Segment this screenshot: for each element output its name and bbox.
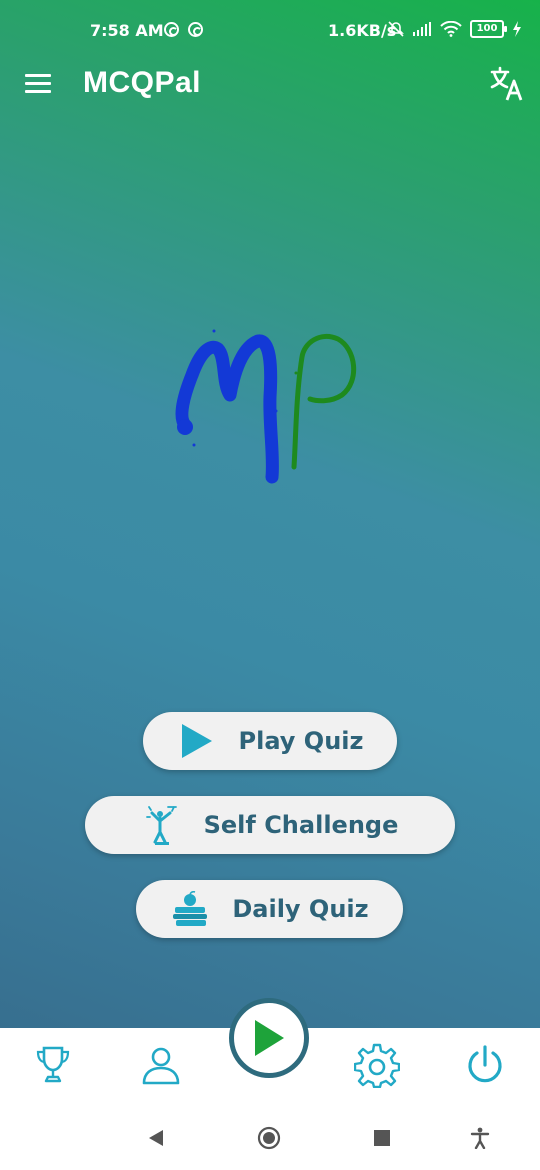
charging-icon: [513, 21, 521, 37]
self-challenge-icon: [142, 805, 182, 845]
hamburger-menu-icon[interactable]: [25, 74, 51, 94]
daily-quiz-icon: [170, 889, 210, 929]
play-fab-icon: [255, 1020, 284, 1056]
play-quiz-label: Play Quiz: [238, 727, 364, 755]
trophy-icon[interactable]: [30, 1042, 76, 1088]
system-navigation-bar: [0, 1106, 540, 1170]
home-icon[interactable]: [257, 1126, 281, 1150]
home-screen: 7:58 AM 1.6KB/s 100 MCQPal Play Quiz Sel…: [0, 0, 540, 1028]
notification-icon: [188, 22, 203, 37]
self-challenge-button[interactable]: Self Challenge: [85, 796, 455, 854]
signal-icon: [413, 22, 431, 36]
app-title: MCQPal: [83, 66, 202, 99]
translate-icon[interactable]: [490, 66, 524, 102]
play-icon: [177, 721, 217, 761]
notification-icon: [164, 22, 179, 37]
daily-quiz-label: Daily Quiz: [232, 895, 369, 923]
battery-icon: 100: [470, 20, 507, 38]
app-bar: MCQPal: [0, 62, 540, 110]
power-icon[interactable]: [462, 1042, 508, 1088]
wifi-icon: [440, 21, 462, 37]
accessibility-icon[interactable]: [468, 1126, 492, 1150]
mute-icon: [388, 21, 404, 37]
network-speed: 1.6KB/s: [328, 21, 397, 40]
daily-quiz-button[interactable]: Daily Quiz: [136, 880, 403, 938]
status-icons: 100: [388, 20, 522, 38]
status-time: 7:58 AM: [90, 21, 164, 40]
back-icon[interactable]: [144, 1126, 168, 1150]
mp-logo: [175, 329, 357, 484]
play-quiz-button[interactable]: Play Quiz: [143, 712, 397, 770]
settings-icon[interactable]: [354, 1042, 400, 1088]
play-fab-button[interactable]: [229, 998, 309, 1078]
status-bar: 7:58 AM 1.6KB/s 100: [0, 0, 540, 62]
self-challenge-label: Self Challenge: [203, 811, 399, 839]
profile-icon[interactable]: [138, 1042, 184, 1088]
recents-icon[interactable]: [370, 1126, 394, 1150]
